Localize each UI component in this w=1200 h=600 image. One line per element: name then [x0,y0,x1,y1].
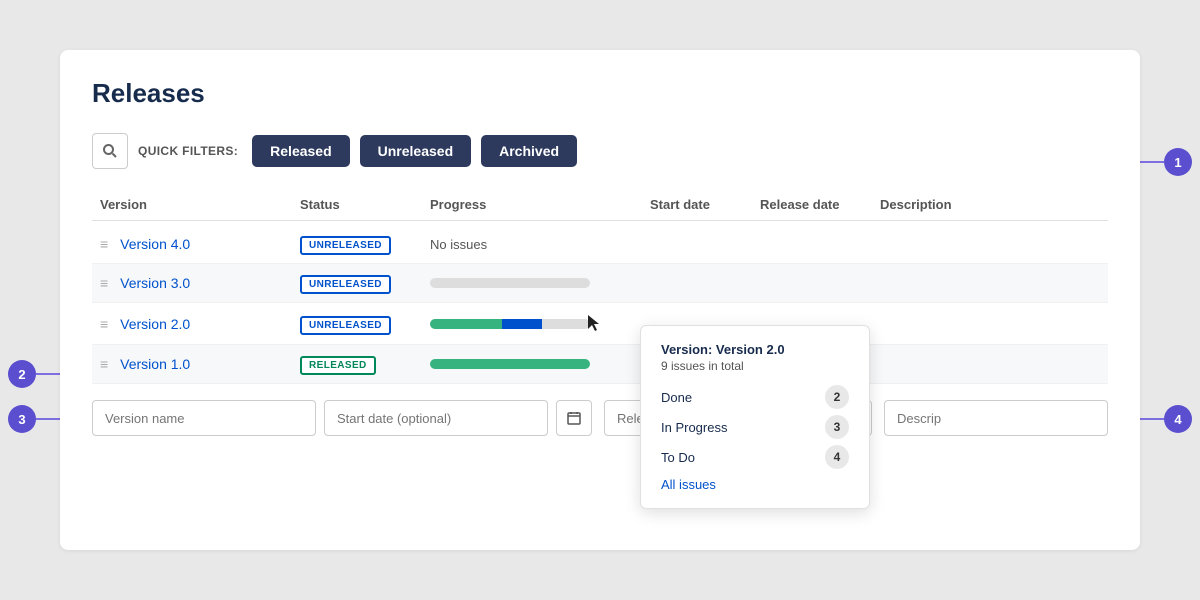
table-row: ≡ Version 1.0 RELEASED [92,345,1108,384]
archived-filter-button[interactable]: Archived [481,135,577,167]
col-description: Description [880,197,1100,212]
tooltip-inprogress-count: 3 [825,415,849,439]
progress-text: No issues [430,237,487,252]
progress-cell [430,359,650,369]
progress-cell [430,278,650,288]
tooltip-inprogress-label: In Progress [661,420,727,435]
all-issues-link[interactable]: All issues [661,477,849,492]
status-badge: UNRELEASED [300,316,391,335]
annotation-circle-4: 4 [1164,405,1192,433]
status-badge: UNRELEASED [300,275,391,294]
description-input[interactable] [884,400,1108,436]
col-status: Status [300,197,430,212]
progress-bar [430,319,590,329]
table-header: Version Status Progress Start date Relea… [92,197,1108,221]
tooltip-title: Version: Version 2.0 [661,342,849,357]
tooltip-done-label: Done [661,390,692,405]
filter-bar: QUICK FILTERS: Released Unreleased Archi… [92,133,1108,169]
tooltip-todo-count: 4 [825,445,849,469]
progress-bar [430,278,590,288]
progress-blue [502,319,542,329]
version-link[interactable]: Version 1.0 [120,356,190,372]
cursor-icon [588,315,600,331]
cursor-indicator [588,315,600,336]
progress-grey [542,319,590,329]
version-link[interactable]: Version 3.0 [120,275,190,291]
drag-handle[interactable]: ≡ [100,356,108,372]
col-start-date: Start date [650,197,760,212]
tooltip-todo-label: To Do [661,450,695,465]
drag-handle[interactable]: ≡ [100,316,108,332]
tooltip-done-count: 2 [825,385,849,409]
col-release-date: Release date [760,197,880,212]
version-link[interactable]: Version 4.0 [120,236,190,252]
tooltip-inprogress-row: In Progress 3 [661,415,849,439]
status-cell: RELEASED [300,355,430,373]
table-row: ≡ Version 3.0 UNRELEASED [92,264,1108,303]
add-version-row [92,400,1108,436]
drag-handle[interactable]: ≡ [100,236,108,252]
table-container: Version Status Progress Start date Relea… [92,197,1108,384]
tooltip-done-row: Done 2 [661,385,849,409]
drag-handle[interactable]: ≡ [100,275,108,291]
start-date-calendar-button[interactable] [556,400,592,436]
progress-green [430,319,502,329]
version-cell: ≡ Version 4.0 [100,236,300,252]
search-box[interactable] [92,133,128,169]
status-cell: UNRELEASED [300,315,430,333]
status-cell: UNRELEASED [300,274,430,292]
calendar-icon [567,411,581,425]
quick-filters-label: QUICK FILTERS: [138,144,238,158]
version-cell: ≡ Version 3.0 [100,275,300,291]
unreleased-filter-button[interactable]: Unreleased [360,135,471,167]
tooltip-subtitle: 9 issues in total [661,359,849,373]
search-icon [102,143,118,159]
version-cell: ≡ Version 1.0 [100,356,300,372]
main-card: Releases QUICK FILTERS: Released Unrelea… [60,50,1140,550]
annotation-circle-1: 1 [1164,148,1192,176]
version-name-input[interactable] [92,400,316,436]
version-tooltip: Version: Version 2.0 9 issues in total D… [640,325,870,509]
status-badge: UNRELEASED [300,236,391,255]
status-cell: UNRELEASED [300,235,430,253]
col-progress: Progress [430,197,650,212]
annotation-circle-3: 3 [8,405,36,433]
table-row: ≡ Version 4.0 UNRELEASED No issues [92,225,1108,264]
tooltip-todo-row: To Do 4 [661,445,849,469]
progress-cell: No issues [430,237,650,252]
status-badge: RELEASED [300,356,376,375]
released-filter-button[interactable]: Released [252,135,349,167]
col-version: Version [100,197,300,212]
start-date-input[interactable] [324,400,548,436]
progress-grey [430,278,590,288]
progress-green [430,359,590,369]
version-link[interactable]: Version 2.0 [120,316,190,332]
page-title: Releases [92,78,1108,109]
version-cell: ≡ Version 2.0 [100,316,300,332]
progress-bar [430,359,590,369]
annotation-circle-2: 2 [8,360,36,388]
progress-cell [430,313,650,334]
table-row: ≡ Version 2.0 UNRELEASED [92,303,1108,345]
